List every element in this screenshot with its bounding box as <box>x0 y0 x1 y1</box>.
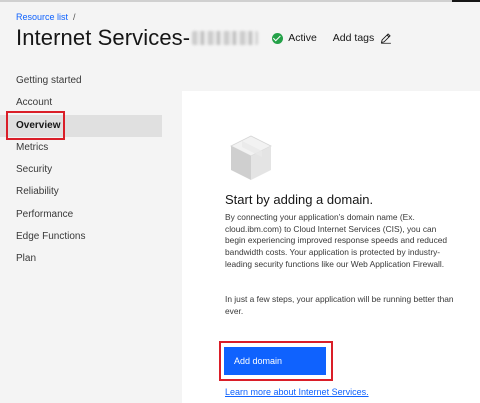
learn-more-link[interactable]: Learn more about Internet Services. <box>225 387 369 397</box>
sidebar-item-performance[interactable]: Performance <box>0 204 162 226</box>
main-panel: Start by adding a domain. By connecting … <box>182 91 480 403</box>
sidebar-item-overview[interactable]: Overview <box>0 114 162 137</box>
page-title: Internet Services- <box>16 25 191 50</box>
sidebar-item-reliability[interactable]: Reliability <box>0 181 162 203</box>
empty-state-heading: Start by adding a domain. <box>225 192 374 207</box>
sidebar-item-account[interactable]: Account <box>0 92 162 114</box>
breadcrumb-resource-list[interactable]: Resource list <box>16 12 68 22</box>
top-strip-dark <box>452 0 480 2</box>
sidebar-nav: Getting started Account Overview Metrics… <box>0 70 162 271</box>
sidebar-item-security[interactable]: Security <box>0 159 162 181</box>
breadcrumb: Resource list / <box>16 12 76 22</box>
breadcrumb-separator: / <box>73 12 76 22</box>
add-domain-button[interactable]: Add domain <box>224 347 326 375</box>
pencil-icon <box>381 33 392 44</box>
redacted-instance-name <box>192 31 259 45</box>
status-badge: Active <box>272 32 317 44</box>
add-tags-button[interactable]: Add tags <box>333 32 392 44</box>
sidebar-item-metrics[interactable]: Metrics <box>0 137 162 159</box>
checkmark-circle-icon <box>272 32 284 44</box>
description-paragraph: By connecting your application’s domain … <box>225 212 448 269</box>
sidebar-item-plan[interactable]: Plan <box>0 248 162 270</box>
sidebar-item-edge-functions[interactable]: Edge Functions <box>0 226 162 248</box>
sidebar-item-getting-started[interactable]: Getting started <box>0 70 162 92</box>
add-tags-label: Add tags <box>332 32 375 44</box>
status-label: Active <box>288 32 317 44</box>
top-strip <box>0 0 480 2</box>
steps-paragraph: In just a few steps, your application wi… <box>225 294 454 316</box>
page-header: Internet Services- Active Add tags <box>16 25 392 51</box>
cube-icon <box>230 135 272 180</box>
